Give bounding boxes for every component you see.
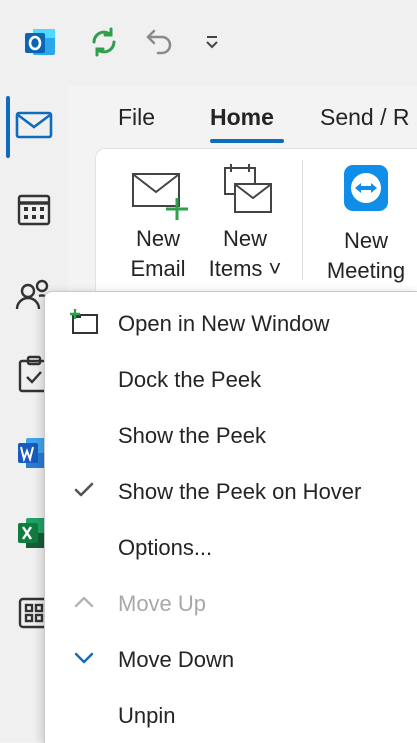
new-email-button[interactable]: New Email <box>120 160 196 284</box>
outlook-app-icon[interactable] <box>20 22 60 62</box>
menu-item-open-in-new-window[interactable]: Open in New Window <box>45 294 417 350</box>
new-email-icon <box>132 173 188 220</box>
menu-item-label: Show the Peek on Hover <box>118 479 362 504</box>
new-email-label-1: New <box>135 226 180 251</box>
menu-item-show-the-peek[interactable]: Show the Peek <box>45 406 417 462</box>
mail-icon[interactable] <box>0 96 68 154</box>
menu-item-options[interactable]: Options... <box>45 518 417 574</box>
new-items-icon <box>224 164 272 213</box>
tab-home[interactable]: Home <box>210 104 274 131</box>
menu-item-label: Unpin <box>118 703 176 728</box>
menu-item-label: Move Down <box>118 647 235 672</box>
new-meeting-label-1: New <box>343 228 388 253</box>
new-items-label-2: Items ˅ <box>208 256 282 281</box>
title-bar <box>0 0 417 86</box>
menu-item-move-up: Move Up <box>45 574 417 630</box>
calendar-icon[interactable] <box>0 180 68 238</box>
sync-icon[interactable] <box>84 22 124 62</box>
chevron-up-icon <box>69 588 99 616</box>
active-tab-underline <box>210 139 284 143</box>
ribbon-group-divider <box>302 160 303 280</box>
menu-item-move-down[interactable]: Move Down <box>45 630 417 686</box>
menu-item-label: Options... <box>118 535 213 560</box>
undo-icon[interactable] <box>140 22 180 62</box>
context-menu: Open in New Window Dock the Peek Show th… <box>44 291 417 743</box>
open-new-window-icon <box>69 308 99 336</box>
menu-item-label: Open in New Window <box>118 311 330 336</box>
new-items-label-1: New <box>222 226 267 251</box>
menu-item-label: Show the Peek <box>118 423 266 448</box>
new-meeting-label-2: Meeting <box>326 258 406 283</box>
teamviewer-icon <box>344 165 388 211</box>
new-meeting-button[interactable]: New Meeting <box>320 160 412 286</box>
chevron-down-icon <box>69 644 99 672</box>
menu-item-unpin[interactable]: Unpin <box>45 686 417 742</box>
tab-file[interactable]: File <box>118 104 155 131</box>
menu-item-label: Move Up <box>118 591 207 616</box>
customize-toolbar-icon[interactable] <box>192 22 232 62</box>
menu-item-show-the-peek-on-hover[interactable]: Show the Peek on Hover <box>45 462 417 518</box>
checkmark-icon <box>69 476 99 504</box>
menu-item-label: Dock the Peek <box>118 367 262 392</box>
new-email-label-2: Email <box>130 256 186 281</box>
menu-item-dock-the-peek[interactable]: Dock the Peek <box>45 350 417 406</box>
new-items-button[interactable]: New Items ˅ <box>204 160 286 284</box>
tab-send-receive[interactable]: Send / R <box>320 104 410 131</box>
